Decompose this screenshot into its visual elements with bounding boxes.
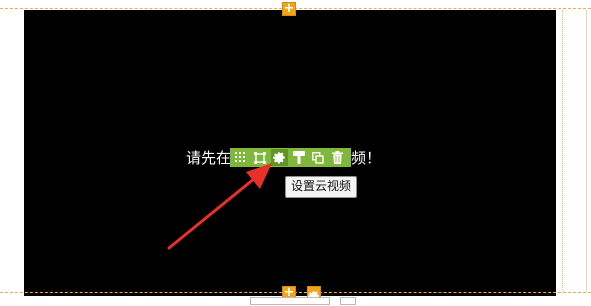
annotation-arrow — [167, 163, 272, 250]
right-guide-line — [562, 10, 563, 292]
add-section-above-button[interactable]: + — [282, 2, 296, 16]
right-border — [586, 10, 587, 292]
bottom-element-right — [340, 297, 356, 305]
trash-icon[interactable] — [330, 149, 347, 166]
format-brush-icon[interactable] — [291, 149, 308, 166]
bottom-element-left — [250, 297, 330, 305]
tooltip-set-cloud-video: 设置云视频 — [285, 176, 358, 198]
copy-icon[interactable] — [310, 149, 327, 166]
